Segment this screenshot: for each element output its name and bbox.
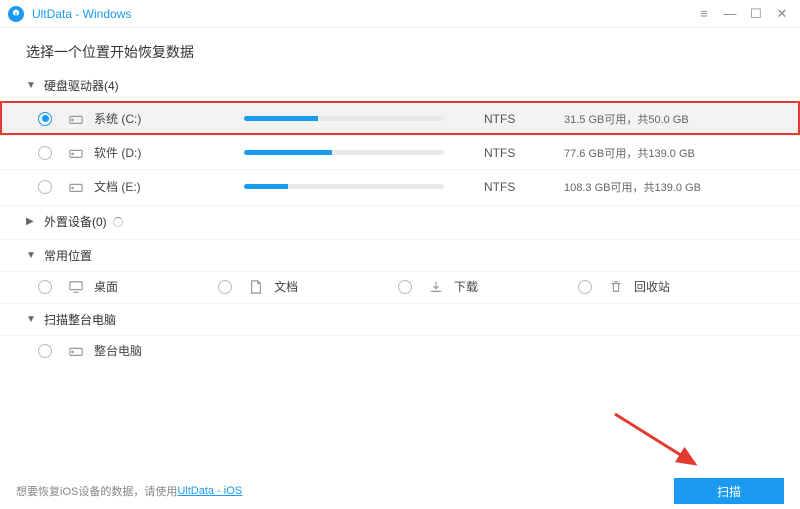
disk-icon [68,111,84,127]
whole-pc-row: 整台电脑 [0,335,800,365]
drive-name: 软件 (D:) [94,144,244,161]
drive-info: 108.3 GB可用，共139.0 GB [564,179,701,195]
radio-documents[interactable] [218,280,232,294]
location-whole-pc[interactable]: 整台电脑 [26,342,206,359]
drive-row-d[interactable]: 软件 (D:) NTFS 77.6 GB可用，共139.0 GB [0,135,800,169]
radio-whole[interactable] [38,344,52,358]
section-drives-header[interactable]: ▼ 硬盘驱动器(4) [0,70,800,101]
common-locations-row: 桌面 文档 下载 回收站 [0,271,800,301]
section-whole-header[interactable]: ▼ 扫描整台电脑 [0,303,800,335]
trash-icon [608,279,624,295]
filesystem: NTFS [484,112,564,126]
radio-c[interactable] [38,112,52,126]
location-documents[interactable]: 文档 [206,278,386,295]
usage-bar [244,184,444,189]
maximize-button[interactable]: ☐ [746,4,766,24]
location-label: 下载 [454,278,478,295]
disk-icon [68,343,84,359]
drive-info: 31.5 GB可用，共50.0 GB [564,111,689,127]
drive-info: 77.6 GB可用，共139.0 GB [564,145,695,161]
page-heading: 选择一个位置开始恢复数据 [0,28,800,70]
location-label: 桌面 [94,278,118,295]
location-label: 文档 [274,278,298,295]
radio-recycle[interactable] [578,280,592,294]
chevron-down-icon: ▼ [26,80,40,91]
section-label: 硬盘驱动器(4) [44,77,119,94]
section-label: 常用位置 [44,247,92,264]
filesystem: NTFS [484,180,564,194]
disk-icon [68,145,84,161]
usage-bar [244,150,444,155]
footer-text: 想要恢复iOS设备的数据，请使用 [16,483,177,499]
chevron-down-icon: ▼ [26,250,40,261]
chevron-right-icon: ▶ [26,216,40,227]
disk-icon [68,179,84,195]
scan-button[interactable]: 扫描 [674,478,784,504]
radio-e[interactable] [38,180,52,194]
location-recycle[interactable]: 回收站 [566,278,746,295]
usage-bar [244,116,444,121]
annotation-arrow-icon [610,409,710,479]
location-label: 回收站 [634,278,670,295]
location-downloads[interactable]: 下载 [386,278,566,295]
minimize-button[interactable]: — [720,4,740,24]
section-label: 扫描整台电脑 [44,311,116,328]
section-external-header[interactable]: ▶ 外置设备(0) [0,205,800,237]
radio-d[interactable] [38,146,52,160]
close-button[interactable]: ✕ [772,4,792,24]
desktop-icon [68,279,84,295]
drive-name: 文档 (E:) [94,178,244,195]
location-label: 整台电脑 [94,342,142,359]
location-desktop[interactable]: 桌面 [26,278,206,295]
drive-row-c[interactable]: 系统 (C:) NTFS 31.5 GB可用，共50.0 GB [0,101,800,135]
ios-link[interactable]: UltData - iOS [177,485,242,497]
download-icon [428,279,444,295]
title-bar: UltData - Windows ≡ — ☐ ✕ [0,0,800,28]
filesystem: NTFS [484,146,564,160]
app-logo [8,6,24,22]
section-common-header[interactable]: ▼ 常用位置 [0,239,800,271]
drive-row-e[interactable]: 文档 (E:) NTFS 108.3 GB可用，共139.0 GB [0,169,800,203]
menu-button[interactable]: ≡ [694,4,714,24]
radio-downloads[interactable] [398,280,412,294]
document-icon [248,279,264,295]
drive-name: 系统 (C:) [94,110,244,127]
radio-desktop[interactable] [38,280,52,294]
section-label: 外置设备(0) [44,213,107,230]
loading-icon [113,217,123,227]
chevron-down-icon: ▼ [26,314,40,325]
app-title: UltData - Windows [32,7,131,21]
footer-bar: 想要恢复iOS设备的数据，请使用 UltData - iOS 扫描 [0,473,800,509]
